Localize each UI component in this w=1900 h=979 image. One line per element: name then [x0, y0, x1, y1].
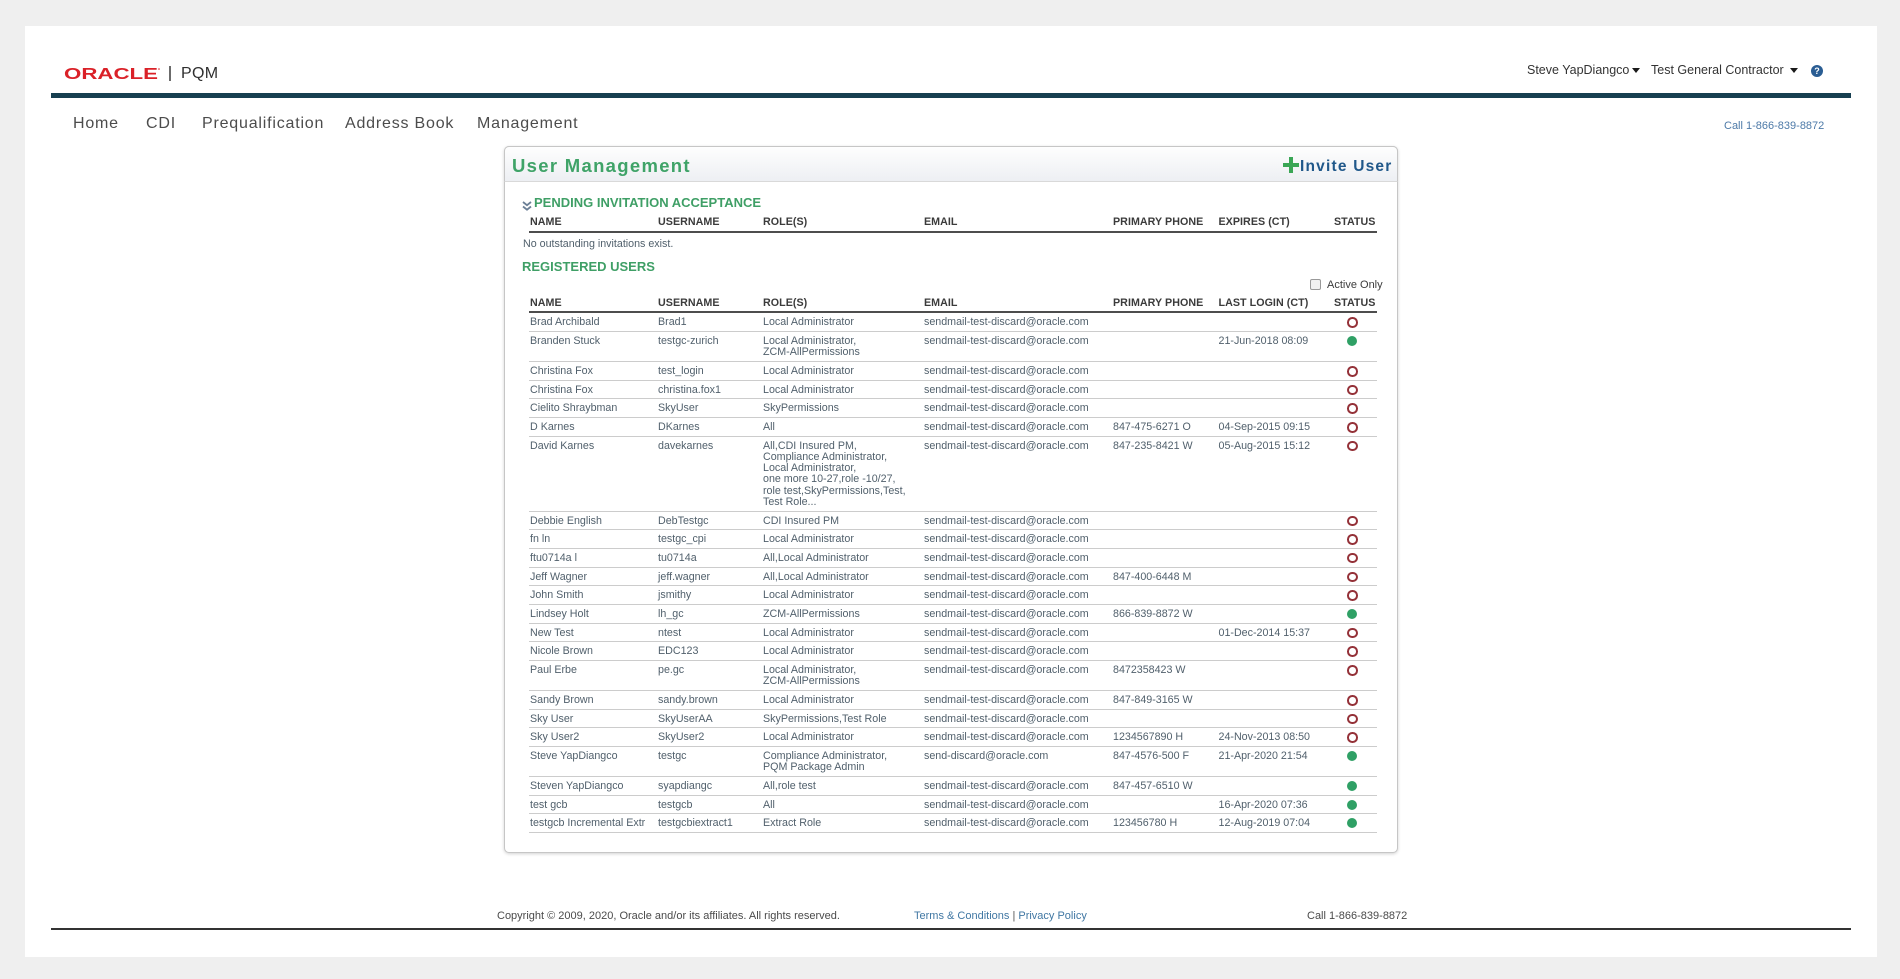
- svg-text:?: ?: [1814, 66, 1820, 76]
- svg-text:ORACLE: ORACLE: [64, 66, 158, 81]
